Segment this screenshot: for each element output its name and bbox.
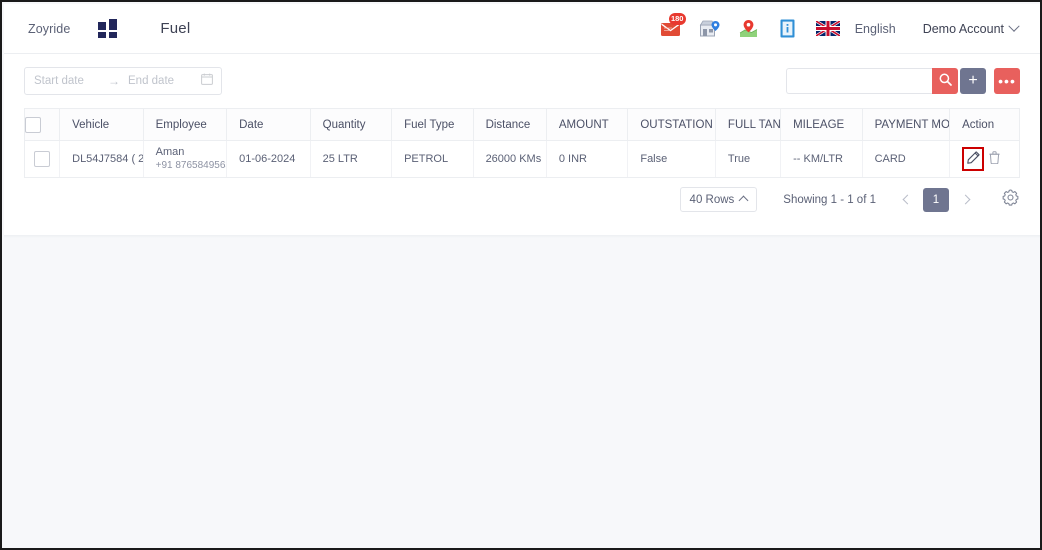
column-header-payment-mode[interactable]: PAYMENT MODE	[862, 109, 951, 141]
account-label: Demo Account	[922, 21, 1004, 36]
cell-outstation: False	[627, 140, 716, 178]
row-select-cell	[25, 140, 61, 178]
select-all-header	[25, 109, 61, 141]
column-header-vehicle[interactable]: Vehicle	[59, 109, 144, 141]
store-location-icon[interactable]	[699, 18, 721, 40]
chevron-up-icon	[738, 195, 749, 206]
table-settings-button[interactable]	[1000, 188, 1020, 211]
calendar-icon	[201, 72, 213, 90]
gear-icon	[1002, 188, 1019, 211]
table-row: DL54J7584 ( 2024 ) Aman +91 8765849563 0…	[25, 140, 1019, 178]
cell-full-tank: True	[715, 140, 782, 178]
column-header-date[interactable]: Date	[226, 109, 311, 141]
top-header-bar: Zoyride Fuel 180 English Demo Account	[4, 4, 1040, 54]
page-title: Fuel	[160, 20, 191, 37]
mail-icon[interactable]: 180	[660, 12, 686, 40]
column-header-action: Action	[949, 109, 1019, 141]
cell-amount: 0 INR	[546, 140, 629, 178]
column-header-full-tank[interactable]: FULL TANK	[715, 109, 782, 141]
card-bottom-shadow	[4, 235, 1040, 238]
row-checkbox[interactable]	[34, 151, 51, 167]
column-header-distance[interactable]: Distance	[473, 109, 547, 141]
column-header-amount[interactable]: AMOUNT	[546, 109, 629, 141]
data-table-container: Vehicle Employee Date Quantity Fuel Type…	[24, 108, 1020, 178]
cell-fuel-type: PETROL	[391, 140, 474, 178]
column-header-employee[interactable]: Employee	[143, 109, 228, 141]
add-record-button[interactable]: +	[960, 68, 986, 94]
grid-logo-icon[interactable]	[98, 19, 120, 38]
cell-action	[949, 140, 1019, 178]
brand-name: Zoyride	[28, 21, 71, 36]
cell-distance: 26000 KMs	[473, 140, 547, 178]
info-book-icon[interactable]	[777, 18, 799, 40]
column-header-quantity[interactable]: Quantity	[310, 109, 393, 141]
plus-icon: +	[968, 72, 978, 89]
employee-phone: +91 8765849563	[155, 160, 227, 171]
page-number-button[interactable]: 1	[923, 187, 949, 212]
ellipsis-icon: •••	[998, 72, 1016, 89]
select-all-checkbox[interactable]	[25, 116, 41, 133]
chevron-right-icon	[960, 194, 970, 205]
chevron-left-icon	[902, 194, 912, 205]
mail-badge-count: 180	[668, 12, 686, 25]
date-range-picker[interactable]: →	[24, 67, 222, 95]
header-actions: 180 English Demo Account	[660, 12, 1020, 40]
trash-delete-icon	[989, 151, 1000, 167]
start-date-input[interactable]	[34, 75, 106, 87]
table-header-row: Vehicle Employee Date Quantity Fuel Type…	[25, 109, 1019, 141]
delete-row-button[interactable]	[989, 151, 1000, 167]
uk-flag-icon	[815, 21, 840, 36]
more-options-button[interactable]: •••	[994, 68, 1020, 94]
prev-page-button[interactable]	[898, 189, 916, 211]
column-header-mileage[interactable]: MILEAGE	[780, 109, 863, 141]
showing-range-label: Showing 1 - 1 of 1	[783, 193, 876, 206]
search-group	[786, 68, 958, 94]
cell-payment-mode: CARD	[862, 140, 951, 178]
column-header-fuel-type[interactable]: Fuel Type	[391, 109, 474, 141]
cell-quantity: 25 LTR	[310, 140, 393, 178]
account-menu[interactable]: Demo Account	[922, 20, 1020, 36]
end-date-input[interactable]	[128, 75, 194, 87]
cell-mileage: -- KM/LTR	[780, 140, 863, 178]
content-card: →	[4, 54, 1040, 235]
rows-per-page-label: 40 Rows	[689, 193, 735, 206]
table-footer: 40 Rows Showing 1 - 1 of 1 1	[24, 178, 1020, 221]
edit-row-button[interactable]	[962, 147, 985, 171]
employee-name: Aman	[155, 146, 185, 158]
pagination: 1	[898, 187, 974, 212]
fuel-data-table: Vehicle Employee Date Quantity Fuel Type…	[25, 109, 1019, 178]
language-label[interactable]: English	[855, 22, 896, 36]
table-toolbar: →	[4, 54, 1040, 108]
rows-per-page-selector[interactable]: 40 Rows	[679, 187, 758, 212]
search-input[interactable]	[786, 68, 932, 94]
app-window: Zoyride Fuel 180 English Demo Account St…	[0, 0, 1042, 550]
column-header-outstation[interactable]: OUTSTATION	[627, 109, 716, 141]
cell-employee: Aman +91 8765849563	[143, 140, 228, 178]
chevron-down-icon	[1008, 20, 1020, 32]
toolbar-buttons: + •••	[952, 68, 1020, 94]
cell-vehicle: DL54J7584 ( 2024 )	[59, 140, 144, 178]
next-page-button[interactable]	[956, 189, 974, 211]
cell-date: 01-06-2024	[226, 140, 311, 178]
map-pin-icon[interactable]	[738, 18, 760, 40]
pencil-edit-icon	[966, 151, 980, 167]
range-arrow-icon: →	[108, 74, 120, 88]
search-icon	[939, 73, 952, 89]
